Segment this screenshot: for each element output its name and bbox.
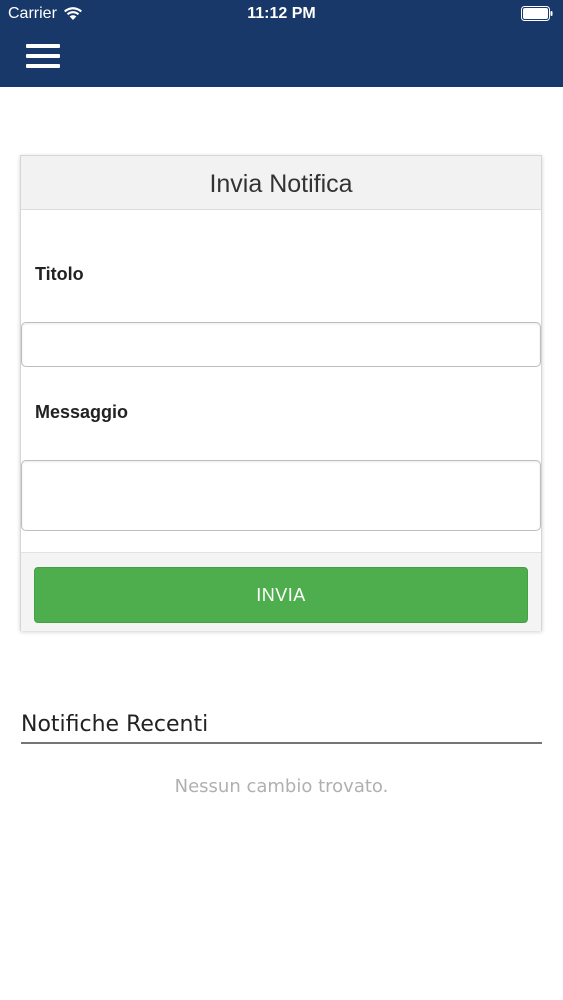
battery-icon [521,6,553,21]
hamburger-menu-icon[interactable] [24,42,64,72]
status-time: 11:12 PM [247,5,316,22]
card-title: Invia Notifica [21,156,541,210]
recent-notifications-title: Notifiche Recenti [21,712,542,744]
send-button[interactable]: INVIA [34,567,528,623]
app-header: Carrier 11:12 PM [0,0,563,87]
message-label: Messaggio [35,402,129,422]
empty-state-message: Nessun cambio trovato. [174,776,389,797]
title-input[interactable] [21,322,541,367]
title-label: Titolo [35,264,84,284]
message-textarea[interactable] [21,460,541,531]
card-footer: INVIA [21,552,541,631]
send-notification-card: Invia Notifica Titolo Messaggio INVIA [20,155,542,631]
